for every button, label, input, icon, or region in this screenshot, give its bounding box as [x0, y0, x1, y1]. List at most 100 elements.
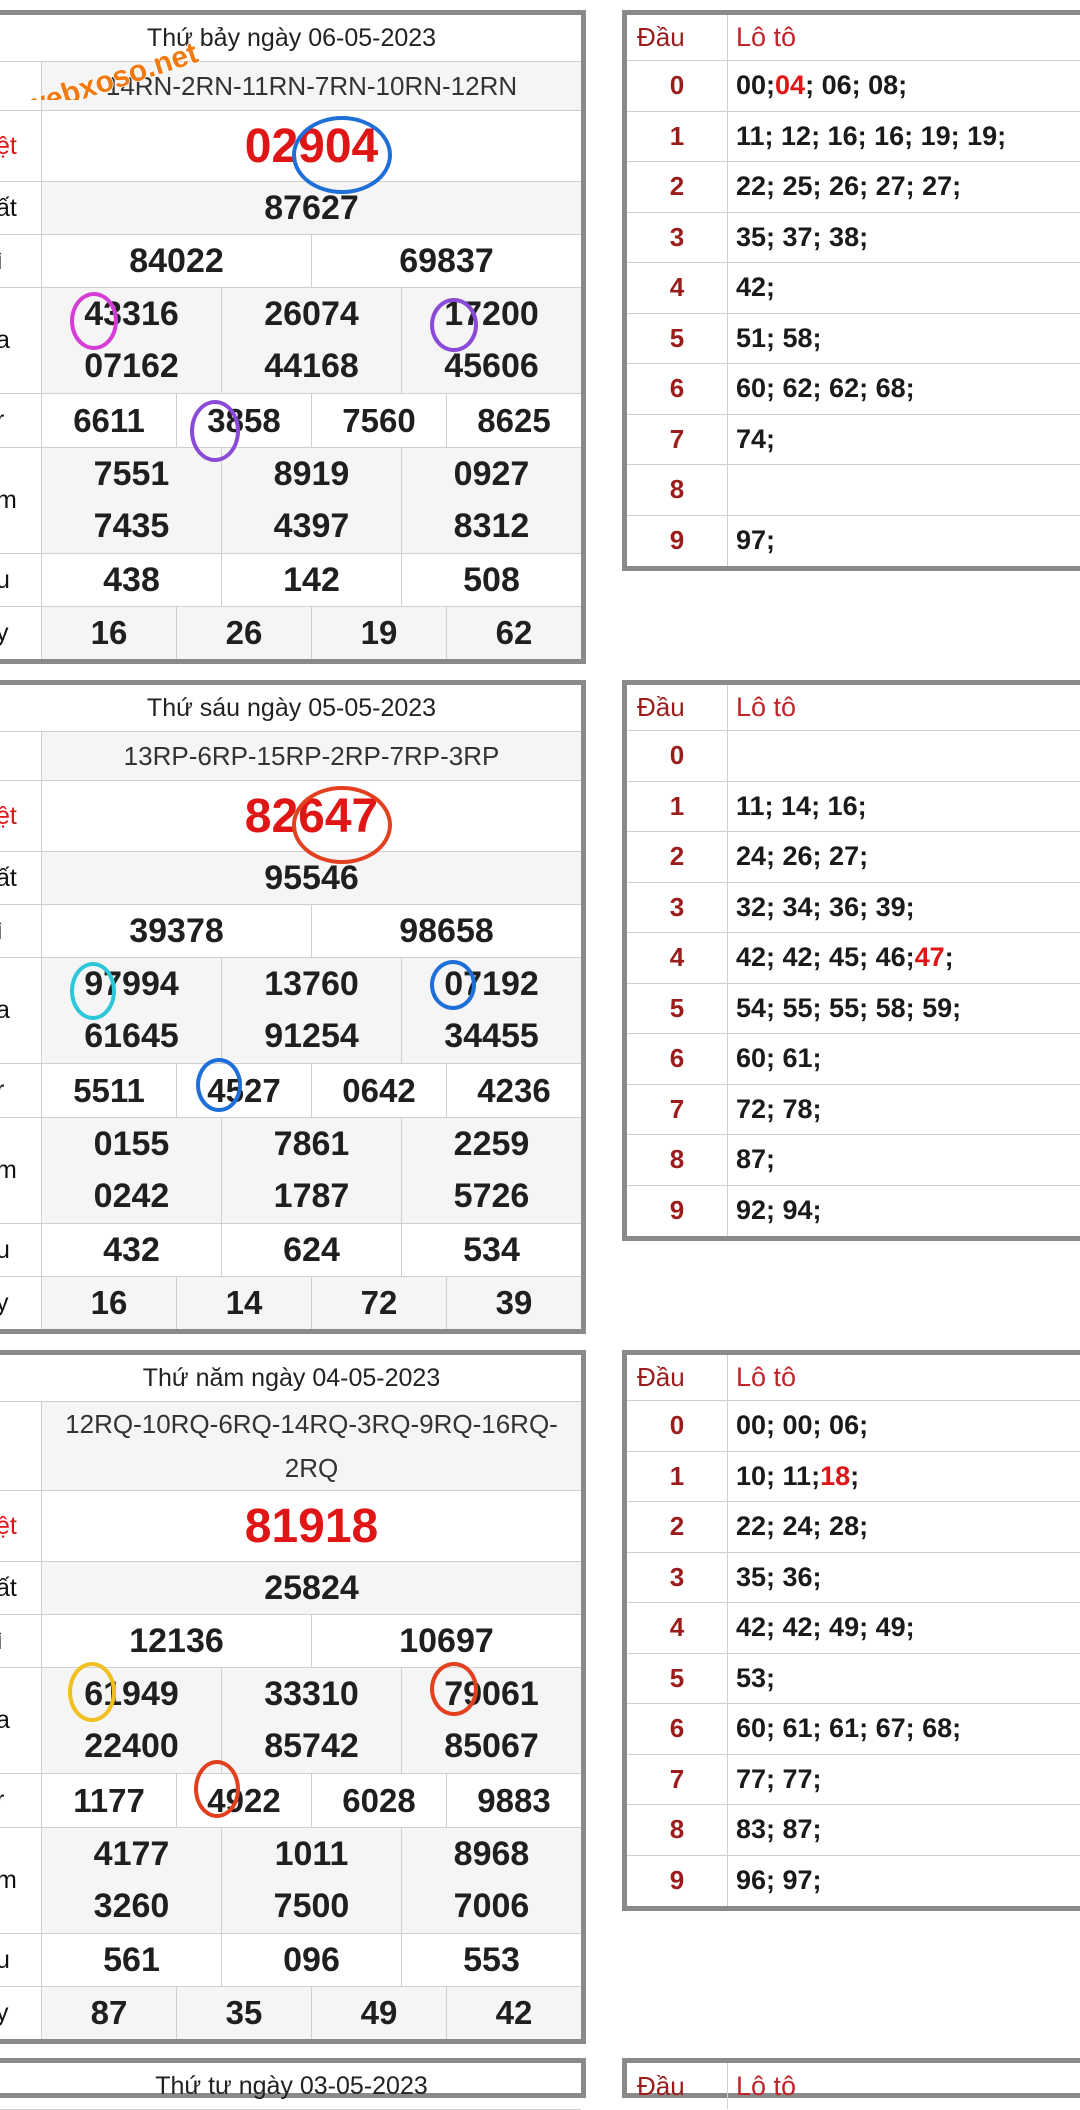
loto-header: Đầu Lô tô — [627, 1355, 1080, 1401]
prize-row-g7: y 87 354942 — [0, 1987, 581, 2039]
loto-row: 2 22; 24; 28; — [627, 1502, 1080, 1553]
prize-label: a — [0, 958, 42, 1063]
prize-label-text: m — [0, 486, 17, 515]
prize-label-text: r — [0, 1786, 4, 1815]
loto-values: 83; 87; — [736, 1814, 822, 1845]
loto-head-digit: 5 — [627, 313, 728, 363]
loto-head-digit: 7 — [627, 1084, 728, 1134]
prize-number: 26 — [176, 607, 311, 659]
prize-label: y — [0, 1277, 42, 1329]
loto-row: 0 00; 00; 06; — [627, 1401, 1080, 1452]
prize-number: 1787 — [221, 1170, 401, 1223]
prize-number: 8919 — [221, 448, 401, 501]
prize-number: 13760 — [221, 958, 401, 1011]
loto-head-digit: 1 — [627, 111, 728, 161]
loto-row: 6 60; 61; 61; 67; 68; — [627, 1704, 1080, 1755]
prize-number: 87627 — [264, 188, 359, 227]
draw-code-row: 13RP-6RP-15RP-2RP-7RP-3RP — [0, 732, 581, 781]
loto-row: 4 42; — [627, 263, 1080, 314]
loto-header-loto: Lô tô — [736, 1362, 797, 1392]
prize-number: 97994 — [84, 964, 179, 1003]
loto-head-digit: 4 — [627, 1603, 728, 1653]
prize-label-text: a — [0, 326, 10, 355]
loto-head-digit: 1 — [627, 1451, 728, 1501]
prize-number: 33310 — [221, 1668, 401, 1721]
loto-table: Đầu Lô tô 0 00; 00; 06; 1 10; 11; 18; 2 22; 24;… — [622, 1350, 1080, 1911]
loto-values: 42; 42; 49; 49; — [736, 1612, 915, 1643]
prize-number: 07162 — [84, 347, 179, 386]
prize-label-text: m — [0, 1156, 17, 1185]
prize-row-g6: u 438 142508 — [0, 554, 581, 607]
loto-values — [728, 465, 1080, 515]
loto-row: 5 53; — [627, 1653, 1080, 1704]
prize-label: ì — [0, 235, 42, 287]
prize-number: 8312 — [401, 500, 581, 553]
loto-head-digit: 8 — [627, 1135, 728, 1185]
loto-head-digit: 0 — [627, 61, 728, 111]
loto-row: 4 42; 42; 45; 46; 47; — [627, 933, 1080, 984]
g4-circle — [196, 1058, 242, 1112]
g3-circle-2 — [430, 1662, 478, 1716]
prize-number: 7861 — [221, 1118, 401, 1171]
loto-head-digit: 5 — [627, 1653, 728, 1703]
prize-number: 5511 — [73, 1071, 145, 1109]
prize-number: 91254 — [221, 1010, 401, 1063]
loto-values: 10; 11; 18; — [736, 1460, 860, 1491]
loto-row: 8 83; 87; — [627, 1805, 1080, 1856]
prize-row-g1: ất 95546 — [0, 852, 581, 905]
prize-number: 69837 — [311, 235, 581, 287]
prize-number: 43316 — [84, 294, 179, 333]
loto-highlight: 18 — [820, 1460, 851, 1491]
prize-label-text: y — [0, 1999, 9, 2028]
prize-label-text: r — [0, 1076, 4, 1105]
loto-row: 7 77; 77; — [627, 1754, 1080, 1805]
draw-code: 14RN-2RN-11RN-7RN-10RN-12RN — [42, 62, 581, 110]
g3-circle-1 — [70, 962, 116, 1020]
loto-head-digit: 3 — [627, 882, 728, 932]
prize-number: 16 — [90, 614, 128, 651]
prize-number: 42 — [446, 1987, 581, 2039]
loto-row: 9 92; 94; — [627, 1185, 1080, 1236]
prize-number: 17200 — [401, 288, 581, 341]
prize-number: 49 — [311, 1987, 446, 2039]
prize-number: 79061 — [401, 1668, 581, 1721]
loto-values: 77; 77; — [736, 1763, 822, 1794]
loto-values: 11; 14; 16; — [736, 790, 867, 821]
prize-row-g4: r6611385875608625 — [0, 394, 581, 448]
prize-label-text: y — [0, 619, 9, 648]
loto-head-digit: 4 — [627, 263, 728, 313]
loto-head-digit: 4 — [627, 933, 728, 983]
loto-values: 60; 61; 61; 67; 68; — [736, 1713, 962, 1744]
g4-circle — [194, 1760, 240, 1818]
loto-row: 1 11; 12; 16; 16; 19; 19; — [627, 111, 1080, 162]
loto-values: 24; 26; 27; — [736, 841, 869, 872]
prize-number: 39378 — [129, 911, 224, 950]
g3-circle-2 — [430, 298, 478, 352]
loto-head-digit: 9 — [627, 515, 728, 566]
partial-block: Thứ tư ngày 03-05-2023 Đầu Lô tô — [0, 2058, 1080, 2110]
prize-row-g5: m 7551 89190927 7435 43978312 — [0, 448, 581, 554]
prize-number: 7006 — [401, 1880, 581, 1933]
loto-row: 9 97; — [627, 515, 1080, 566]
loto-values: 35; 36; — [736, 1561, 822, 1592]
prize-number: 508 — [401, 554, 581, 606]
prize-number: 45606 — [401, 340, 581, 393]
prize-label-text: ì — [0, 247, 3, 276]
prize-label: r — [0, 394, 42, 447]
prize-number: 534 — [401, 1224, 581, 1276]
loto-head-digit: 0 — [627, 731, 728, 781]
prize-label-text: ất — [0, 863, 17, 892]
prize-number: 98658 — [311, 905, 581, 957]
loto-head-digit: 9 — [627, 1855, 728, 1906]
prize-number: 142 — [221, 554, 401, 606]
loto-head-digit: 7 — [627, 414, 728, 464]
prize-label-text: r — [0, 406, 4, 435]
loto-table: Đầu Lô tô 0 1 11; 14; 16; 2 24; 26; 27; 3 32; 34… — [622, 680, 1080, 1241]
loto-values: 32; 34; 36; 39; — [736, 891, 915, 922]
loto-values: 35; 37; 38; — [736, 221, 869, 252]
prize-label-text: ất — [0, 193, 17, 222]
prize-label: m — [0, 448, 42, 553]
loto-table: Đầu Lô tô — [622, 2058, 1080, 2109]
loto-values: 42; 42; 45; 46; 47; — [736, 942, 954, 973]
loto-values — [728, 731, 1080, 781]
